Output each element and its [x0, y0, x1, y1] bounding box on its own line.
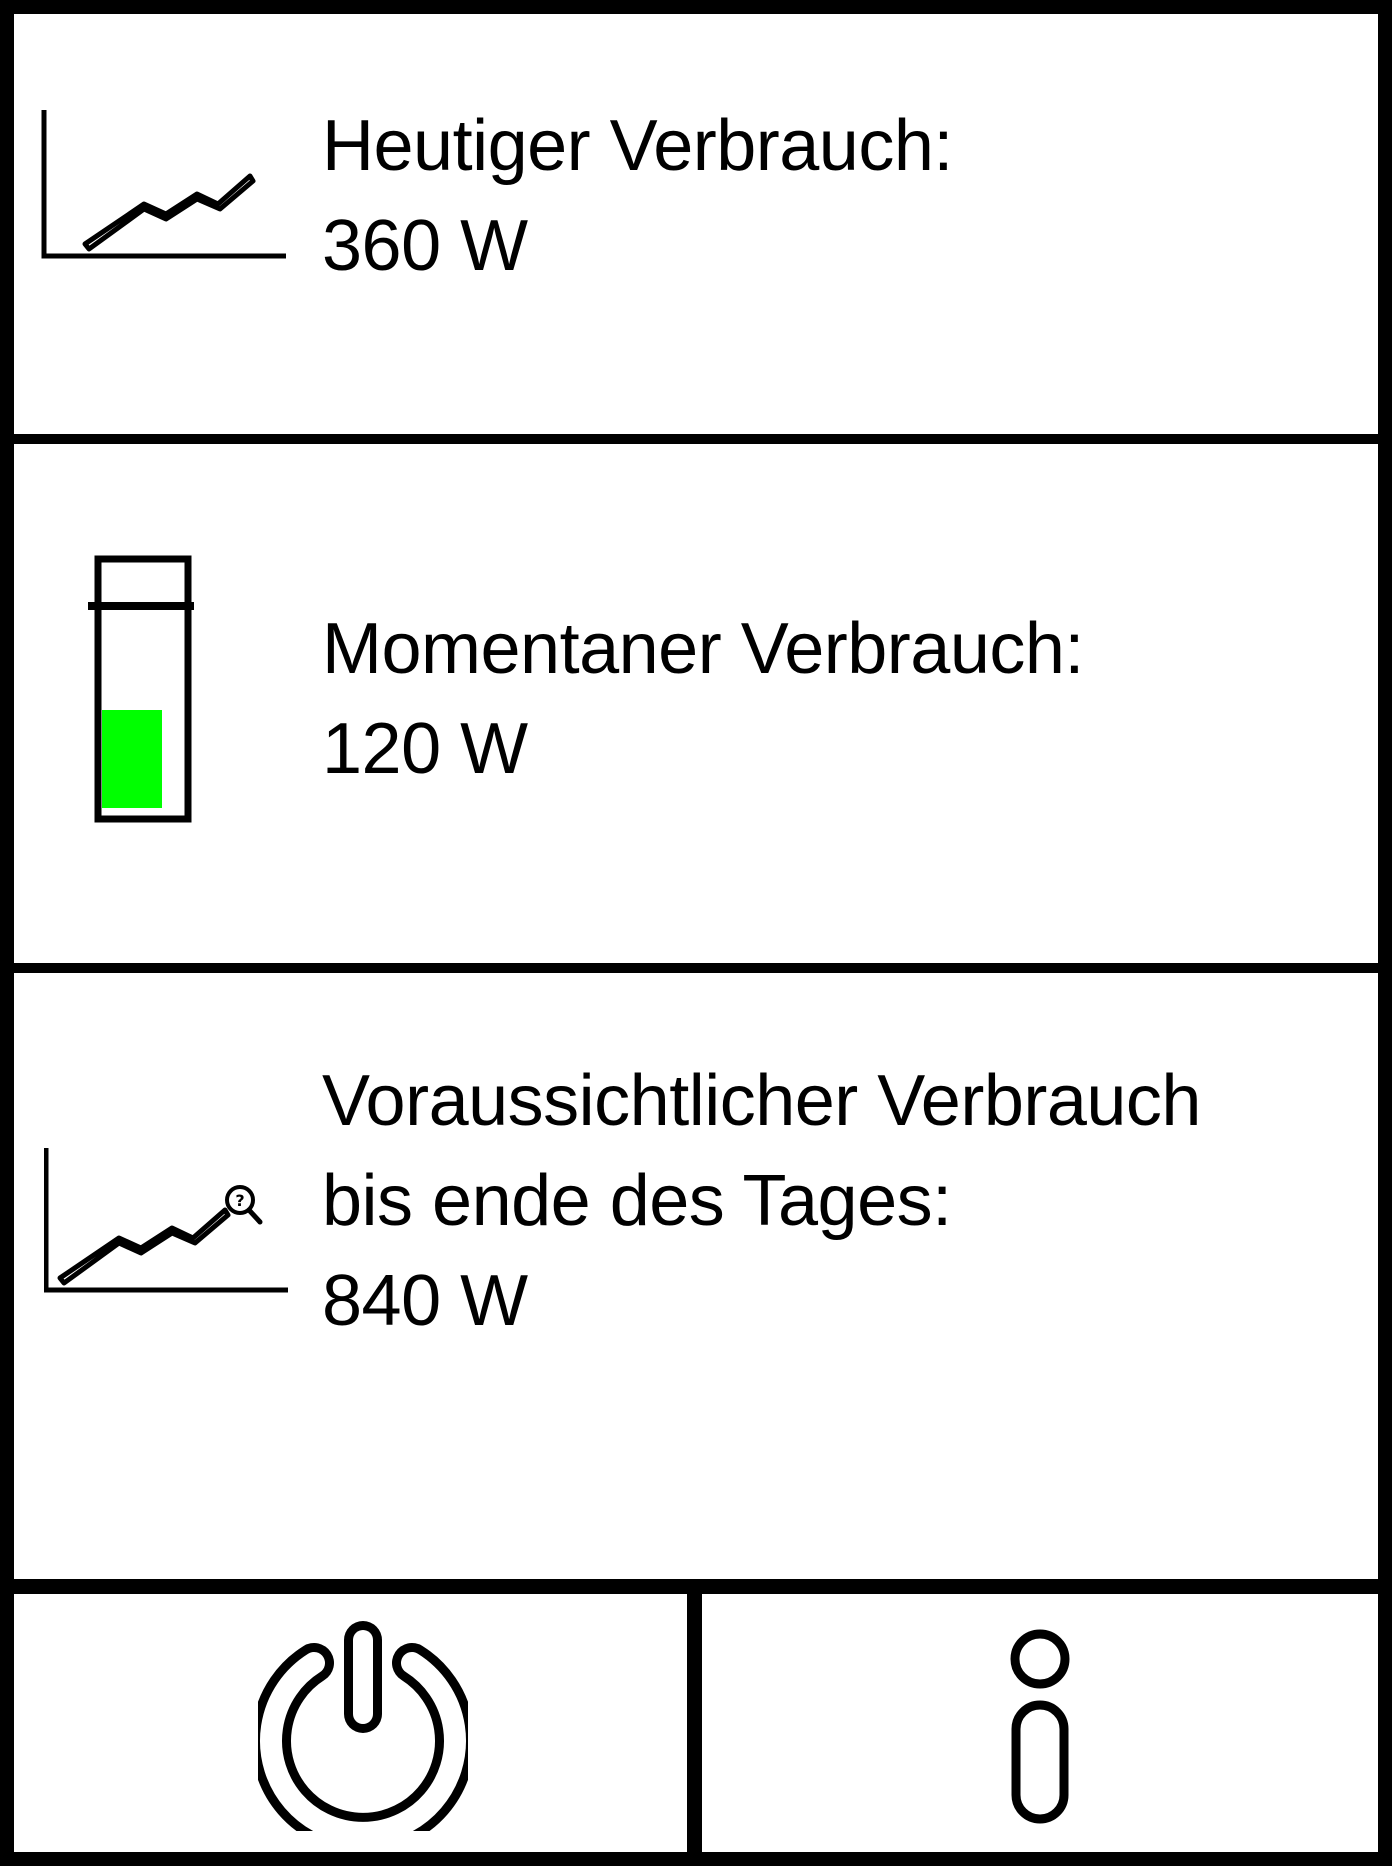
svg-text:?: ?	[235, 1191, 244, 1210]
divider	[0, 963, 1392, 973]
forecast-consumption-panel: ? Voraussichtlicher Verbrauch bis ende d…	[14, 973, 1378, 1579]
current-consumption-text: Momentaner Verbrauch: 120 W	[322, 599, 1084, 799]
button-divider	[687, 1579, 702, 1866]
today-consumption-label: Heutiger Verbrauch:	[322, 106, 953, 186]
today-consumption-value: 360 W	[322, 206, 528, 286]
line-chart-icon	[41, 110, 286, 259]
battery-level-icon	[88, 555, 194, 823]
forecast-consumption-value: 840 W	[322, 1261, 528, 1341]
today-consumption-panel: Heutiger Verbrauch: 360 W	[14, 14, 1378, 434]
power-icon	[258, 1621, 468, 1831]
forecast-consumption-label-line2: bis ende des Tages:	[322, 1161, 952, 1241]
forecast-consumption-label-line1: Voraussichtlicher Verbrauch	[322, 1061, 1201, 1141]
battery-fill	[102, 710, 162, 808]
forecast-chart-icon: ?	[44, 1148, 288, 1293]
divider	[0, 434, 1392, 444]
power-button[interactable]	[14, 1595, 687, 1852]
current-consumption-value: 120 W	[322, 709, 528, 789]
outer-border-top	[0, 0, 1392, 14]
current-consumption-label: Momentaner Verbrauch:	[322, 609, 1084, 689]
info-icon	[1010, 1629, 1070, 1824]
info-button[interactable]	[702, 1595, 1378, 1852]
current-consumption-panel: Momentaner Verbrauch: 120 W	[14, 444, 1378, 963]
forecast-consumption-text: Voraussichtlicher Verbrauch bis ende des…	[322, 1051, 1201, 1351]
app-frame: Heutiger Verbrauch: 360 W Momentaner Ver…	[0, 0, 1392, 1866]
today-consumption-text: Heutiger Verbrauch: 360 W	[322, 96, 953, 296]
